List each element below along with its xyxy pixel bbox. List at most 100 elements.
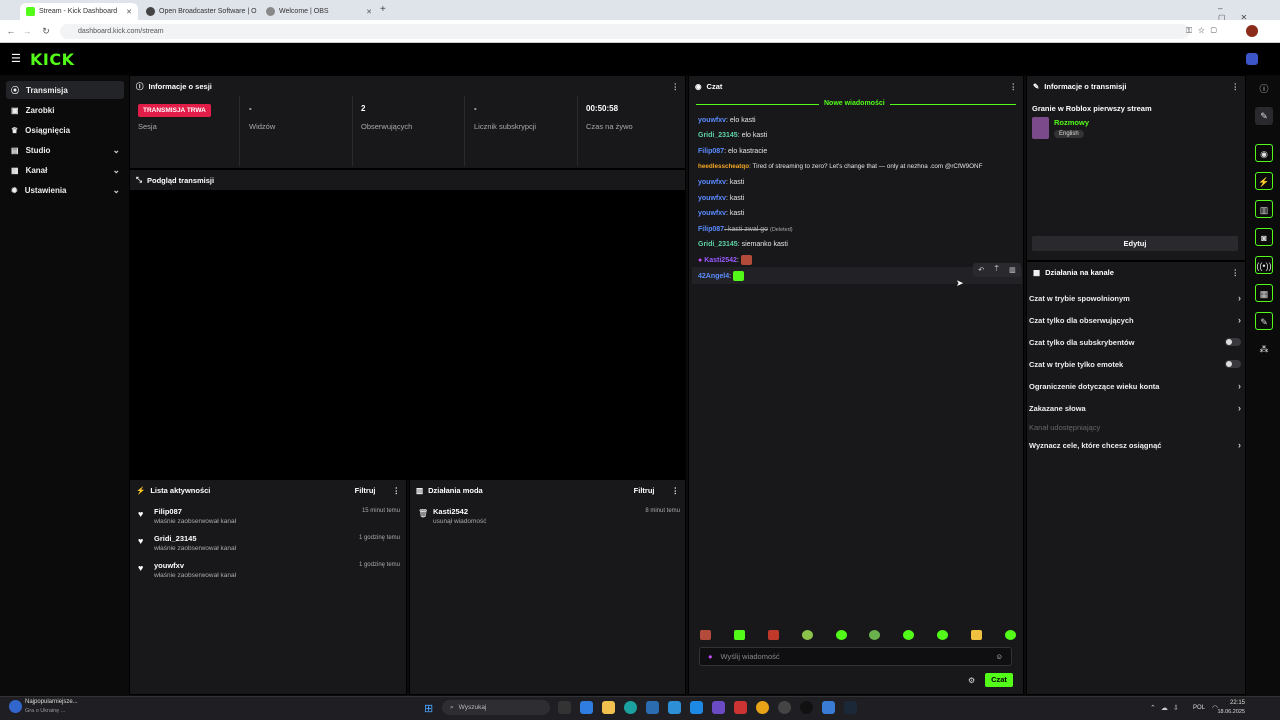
steam-icon[interactable] [844, 701, 857, 714]
category-link[interactable]: Rozmowy [1054, 118, 1089, 127]
mod-user[interactable]: Kasti2542 [433, 507, 680, 516]
chat-username[interactable]: Gridi_23145 [698, 241, 738, 248]
broadcast-icon[interactable]: ((•)) [1255, 256, 1273, 274]
chat-username[interactable]: 42Angel4 [698, 273, 729, 280]
app-icon[interactable] [822, 701, 835, 714]
send-chat-button[interactable]: Czat [985, 673, 1013, 687]
delete-icon[interactable]: ▥ [1009, 266, 1016, 274]
more-options-icon[interactable]: ⋮ [1232, 268, 1240, 277]
more-options-icon[interactable]: ⋮ [1010, 82, 1018, 91]
emoji-picker-icon[interactable]: ☺ [995, 652, 1003, 661]
obs-icon[interactable] [778, 701, 791, 714]
more-options-icon[interactable]: ⋮ [1232, 82, 1240, 91]
emote-icon[interactable] [835, 630, 847, 640]
forward-icon[interactable]: → [21, 25, 33, 37]
widget-icon[interactable]: ◉ [1255, 144, 1273, 162]
url-field[interactable]: dashboard.kick.com/stream [60, 24, 1190, 39]
bolt-icon[interactable]: ⚡ [1255, 172, 1273, 190]
chat-username[interactable]: Filip087 [698, 226, 724, 233]
edit-button[interactable]: Edytuj [1032, 236, 1238, 251]
file-explorer-icon[interactable] [602, 701, 615, 714]
app-icon[interactable] [712, 701, 725, 714]
chat-username[interactable]: Filip087 [698, 148, 724, 155]
action-followers-only[interactable]: Czat tylko dla obserwujących › [1029, 312, 1241, 328]
chat-username[interactable]: heedlesscheatqo [698, 163, 749, 170]
sidebar-item-osiagniecia[interactable]: ♛ Osiągnięcia [6, 121, 124, 139]
mod-icon[interactable]: ▥ [1255, 200, 1273, 218]
tray-lang[interactable]: POL [1193, 705, 1205, 711]
pin-icon[interactable]: ⍑ [995, 266, 999, 274]
more-options-icon[interactable]: ⋮ [672, 82, 680, 91]
message-actions[interactable]: ↶ ⍑ ▥ [973, 263, 1021, 277]
expand-icon[interactable]: ⤡ [136, 175, 142, 185]
task-view-icon[interactable] [558, 701, 571, 714]
action-slow-mode[interactable]: Czat w trybie spowolnionym › [1029, 290, 1241, 306]
user-avatar[interactable] [1246, 53, 1258, 65]
action-account-age[interactable]: Ograniczenie dotyczące wieku konta › [1029, 378, 1241, 394]
emote-icon[interactable] [700, 630, 711, 640]
filter-button[interactable]: Filtruj [634, 486, 655, 495]
chat-username[interactable]: youwfxv [698, 179, 726, 186]
filter-button[interactable]: Filtruj [355, 486, 376, 495]
sidebar-item-ustawienia[interactable]: ✹ Ustawienia ⌄ [6, 181, 124, 199]
kick-logo[interactable]: KICK [30, 50, 75, 69]
news-widget-title[interactable]: Najpopularniejsze... [25, 699, 78, 705]
browser-tab-active[interactable]: Stream - Kick Dashboard ✕ [20, 3, 138, 20]
wrench-icon[interactable]: ✎ [1255, 312, 1273, 330]
app-icon[interactable] [734, 701, 747, 714]
emote-icon[interactable] [903, 630, 915, 640]
tab-close-icon[interactable]: ✕ [366, 8, 372, 16]
chat-username[interactable]: youwfxv [698, 117, 726, 124]
action-banned-words[interactable]: Zakazane słowa › [1029, 400, 1241, 416]
tray-icons[interactable]: ⌃☁⇩ [1150, 704, 1184, 712]
sidebar-item-kanal[interactable]: ▦ Kanał ⌄ [6, 161, 124, 179]
new-tab-button[interactable]: + [380, 4, 386, 15]
chat-icon[interactable]: ◙ [1255, 228, 1273, 246]
windows-start-icon[interactable]: ⊞ [424, 702, 433, 715]
profile-avatar[interactable] [1246, 25, 1258, 37]
chat-settings-icon[interactable]: ⚙ [968, 676, 975, 685]
sidebar-item-zarobki[interactable]: ▣ Zarobki [6, 101, 124, 119]
browser-action-icons[interactable]: ⚿☆▢ [1186, 26, 1223, 36]
chevron-down-icon[interactable]: ⌄ [112, 185, 120, 196]
chevron-down-icon[interactable]: ⌄ [112, 145, 120, 156]
news-widget-icon[interactable] [9, 700, 22, 713]
chat-username[interactable]: Kasti2542 [704, 257, 737, 264]
chat-input[interactable]: ● Wyślij wiadomość ☺ [699, 647, 1012, 666]
tray-time[interactable]: 22:15 [1227, 700, 1245, 706]
chat-username[interactable]: Gridi_23145 [698, 132, 738, 139]
sidebar-item-transmisja[interactable]: ⦿ Transmisja [6, 81, 124, 99]
channel-icon[interactable]: ▦ [1255, 284, 1273, 302]
info-icon[interactable]: ⓘ [1255, 80, 1273, 98]
emote-icon[interactable] [801, 630, 813, 640]
photos-icon[interactable] [690, 701, 703, 714]
more-options-icon[interactable]: ⋮ [672, 486, 680, 495]
mail-icon[interactable] [668, 701, 681, 714]
emote-icon[interactable] [1004, 630, 1016, 640]
edit-icon[interactable]: ✎ [1255, 107, 1273, 125]
undo-icon[interactable]: ↶ [978, 266, 984, 274]
reload-icon[interactable]: ↻ [40, 25, 52, 37]
taskbar-search[interactable]: ⌕ Wyszukaj [442, 700, 550, 715]
emote-icon[interactable] [767, 630, 779, 640]
more-options-icon[interactable]: ⋮ [393, 486, 401, 495]
action-goals[interactable]: Wyznacz cele, które chcesz osiągnąć › [1029, 437, 1241, 453]
emote-icon[interactable] [733, 630, 745, 640]
group-icon[interactable]: ⁂ [1255, 340, 1273, 358]
browser-tab[interactable]: Welcome | OBS ✕ [260, 3, 378, 20]
subscribers-only-toggle[interactable] [1225, 338, 1241, 346]
emote-only-toggle[interactable] [1225, 360, 1241, 368]
back-icon[interactable]: ← [5, 25, 17, 37]
store-icon[interactable] [646, 701, 659, 714]
chat-username[interactable]: youwfxv [698, 210, 726, 217]
emote-icon[interactable] [937, 630, 949, 640]
emote-icon[interactable] [869, 630, 881, 640]
tab-close-icon[interactable]: ✕ [126, 8, 132, 16]
chevron-down-icon[interactable]: ⌄ [112, 165, 120, 176]
emote-icon[interactable] [971, 630, 982, 640]
sidebar-item-studio[interactable]: ▤ Studio ⌄ [6, 141, 124, 159]
app-icon[interactable] [800, 701, 813, 714]
edge-icon[interactable] [624, 701, 637, 714]
browser-tab[interactable]: Open Broadcaster Software | O ✕ [140, 3, 258, 20]
copilot-icon[interactable] [580, 701, 593, 714]
